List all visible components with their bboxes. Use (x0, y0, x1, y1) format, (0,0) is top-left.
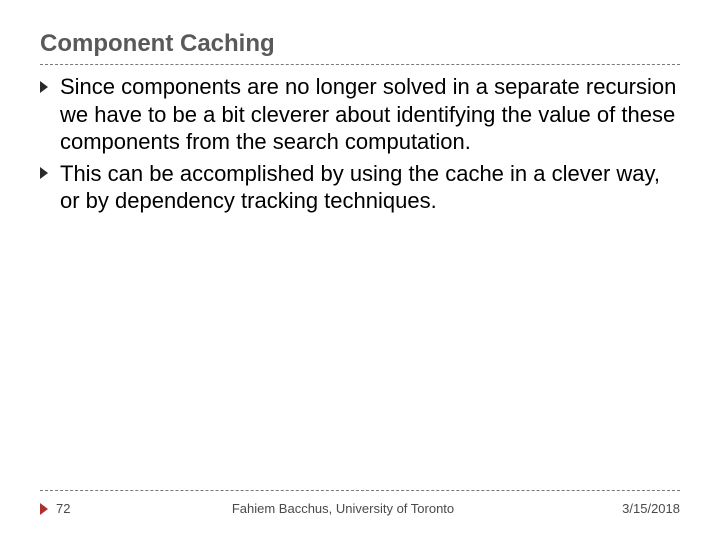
slide: Component Caching Since components are n… (0, 0, 720, 540)
footer-date: 3/15/2018 (600, 501, 680, 516)
bullet-text: Since components are no longer solved in… (60, 74, 676, 154)
slide-footer: 72 Fahiem Bacchus, University of Toronto… (40, 490, 680, 516)
triangle-bullet-icon (40, 167, 48, 179)
bullet-item: This can be accomplished by using the ca… (40, 160, 680, 215)
title-divider (40, 64, 680, 65)
footer-author: Fahiem Bacchus, University of Toronto (86, 501, 600, 516)
page-marker-icon (40, 503, 48, 515)
slide-title: Component Caching (40, 30, 680, 58)
bullet-text: This can be accomplished by using the ca… (60, 161, 660, 214)
footer-row: 72 Fahiem Bacchus, University of Toronto… (40, 501, 680, 516)
footer-divider (40, 490, 680, 491)
slide-body: Since components are no longer solved in… (40, 73, 680, 215)
page-number: 72 (56, 501, 86, 516)
bullet-item: Since components are no longer solved in… (40, 73, 680, 156)
triangle-bullet-icon (40, 81, 48, 93)
